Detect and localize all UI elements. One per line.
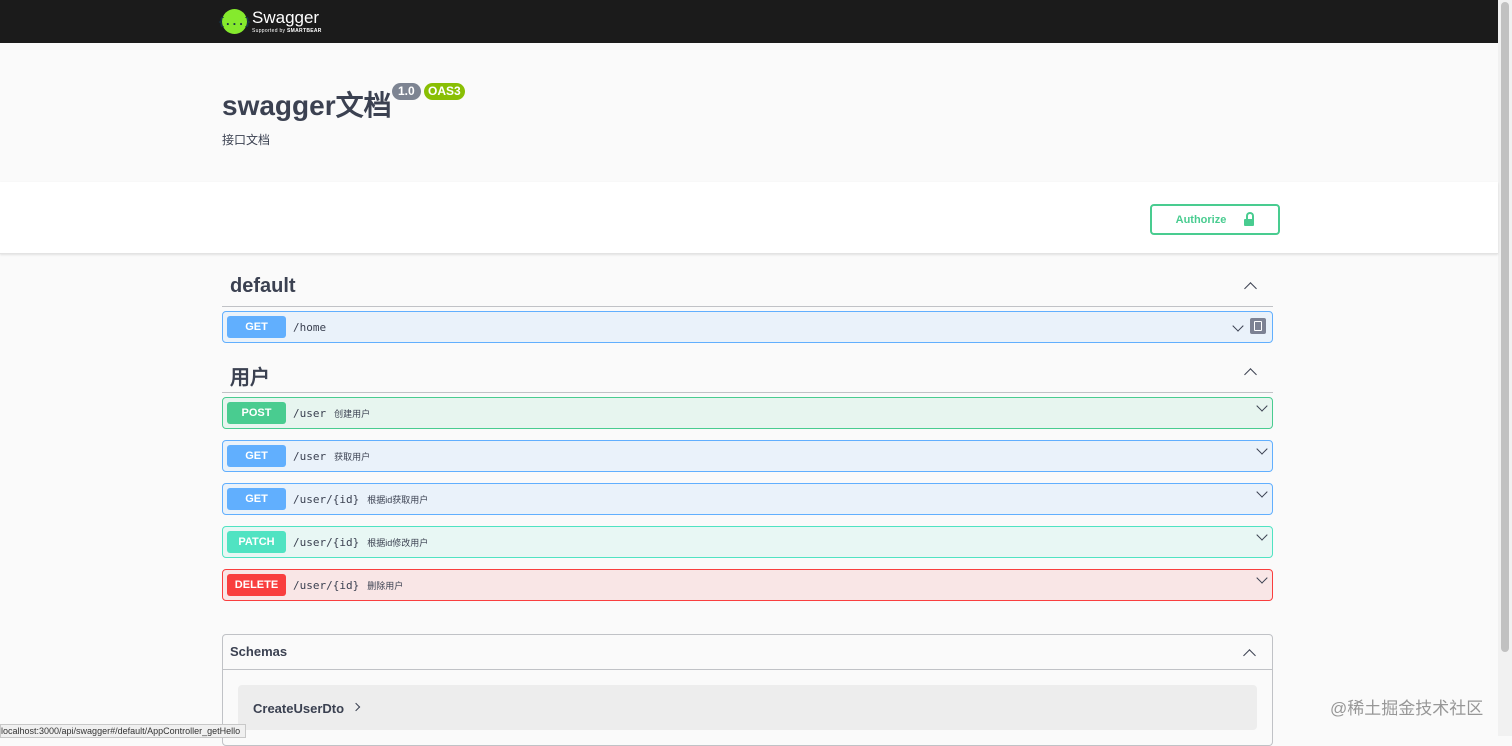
- chevron-right-icon[interactable]: [351, 702, 361, 712]
- operation-path: /user: [293, 406, 327, 420]
- schemas-title: Schemas: [230, 644, 288, 659]
- chevron-up-icon[interactable]: [1244, 280, 1257, 295]
- watermark: @稀土掘金技术社区: [1330, 699, 1484, 718]
- schemas-section: Schemas CreateUserDto: [222, 634, 1273, 746]
- method-badge: GET: [227, 316, 286, 338]
- operation-summary: 根据id修改用户: [367, 537, 429, 548]
- method-badge: DELETE: [227, 574, 286, 596]
- chevron-down-icon[interactable]: [1256, 400, 1268, 412]
- model-name: CreateUserDto: [253, 701, 345, 716]
- chevron-down-icon[interactable]: [1256, 529, 1268, 541]
- operation-delete-user-id[interactable]: DELETE /user/{id} 删除用户: [222, 569, 1273, 601]
- operation-summary: 获取用户: [334, 451, 371, 462]
- page-title: swagger文档: [222, 90, 392, 121]
- operation-get-user[interactable]: GET /user 获取用户: [222, 440, 1273, 472]
- lock-icon: [1244, 212, 1255, 226]
- chevron-down-icon[interactable]: [1256, 572, 1268, 584]
- logo-sub-brand: SMARTBEAR: [287, 27, 322, 34]
- method-badge: GET: [227, 445, 286, 467]
- operation-path: /user: [293, 449, 327, 463]
- method-badge: POST: [227, 402, 286, 424]
- swagger-logo-icon: {...}: [218, 8, 251, 34]
- tag-name: default: [230, 275, 296, 297]
- model-create-user-dto[interactable]: CreateUserDto: [238, 685, 1257, 730]
- api-description: 接口文档: [222, 133, 271, 147]
- operation-summary: 创建用户: [334, 408, 371, 419]
- operation-summary: 根据id获取用户: [367, 494, 429, 505]
- copy-icon[interactable]: [1250, 318, 1266, 334]
- logo-text: Swagger Supported by SMARTBEAR: [252, 9, 322, 34]
- operation-path: /user/{id}: [293, 578, 360, 592]
- top-bar: {...} Swagger Supported by SMARTBEAR: [0, 0, 1498, 43]
- version-badge: 1.0: [392, 83, 421, 100]
- logo-sub: Supported by SMARTBEAR: [252, 27, 322, 34]
- operation-summary: 删除用户: [367, 580, 404, 591]
- chevron-up-icon[interactable]: [1244, 366, 1257, 381]
- chevron-down-icon[interactable]: [1256, 486, 1268, 498]
- operation-path: /user/{id}: [293, 535, 360, 549]
- swagger-logo[interactable]: {...} Swagger Supported by SMARTBEAR: [218, 7, 322, 35]
- operation-get-home[interactable]: GET /home: [222, 311, 1273, 343]
- method-badge: GET: [227, 488, 286, 510]
- scrollbar[interactable]: [1498, 0, 1512, 736]
- logo-sub-prefix: Supported by: [252, 27, 288, 34]
- logo-name: Swagger: [252, 7, 320, 27]
- schemas-header[interactable]: Schemas: [223, 635, 1272, 670]
- chevron-up-icon[interactable]: [1243, 647, 1256, 662]
- operation-patch-user-id[interactable]: PATCH /user/{id} 根据id修改用户: [222, 526, 1273, 558]
- operation-post-user[interactable]: POST /user 创建用户: [222, 397, 1273, 429]
- tag-name: 用户: [230, 367, 270, 389]
- authorize-button[interactable]: Authorize: [1150, 204, 1280, 235]
- authorize-label: Authorize: [1175, 213, 1227, 226]
- chevron-down-icon[interactable]: [1256, 443, 1268, 455]
- operation-path: /home: [293, 320, 327, 334]
- oas-badge: OAS3: [424, 83, 465, 100]
- scrollbar-thumb[interactable]: [1501, 2, 1509, 652]
- method-badge: PATCH: [227, 531, 286, 553]
- tag-header-user[interactable]: 用户: [222, 354, 1273, 393]
- operation-get-user-id[interactable]: GET /user/{id} 根据id获取用户: [222, 483, 1273, 515]
- chevron-down-icon[interactable]: [1232, 320, 1244, 332]
- tag-header-default[interactable]: default: [222, 268, 1273, 307]
- operation-path: /user/{id}: [293, 492, 360, 506]
